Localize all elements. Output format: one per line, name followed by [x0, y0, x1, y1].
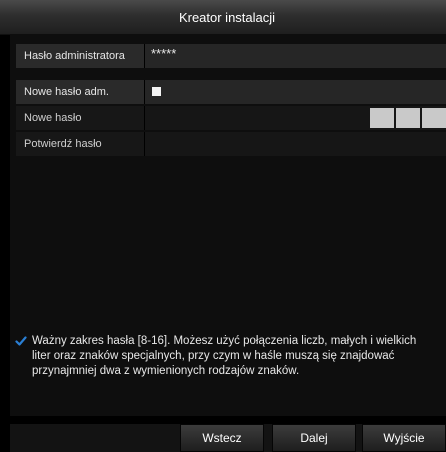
exit-button[interactable]: Wyjście	[362, 424, 446, 452]
admin-password-value: *****	[151, 46, 177, 61]
strength-segment	[396, 108, 420, 128]
title-bar: Kreator instalacji	[0, 0, 446, 35]
admin-password-field[interactable]: *****	[144, 44, 446, 68]
wizard-content: Hasło administratora ***** Nowe hasło ad…	[10, 34, 446, 416]
next-button[interactable]: Dalej	[272, 424, 356, 452]
new-password-field[interactable]	[144, 106, 446, 130]
confirm-password-row: Potwierdź hasło	[16, 132, 446, 156]
admin-password-row: Hasło administratora *****	[16, 44, 446, 68]
confirm-password-field[interactable]	[144, 132, 446, 156]
password-strength-meter	[370, 108, 446, 128]
installation-wizard-window: Kreator instalacji Hasło administratora …	[0, 0, 446, 452]
new-admin-password-cell	[144, 80, 446, 104]
new-admin-password-row: Nowe hasło adm.	[16, 80, 446, 104]
wizard-footer: Wstecz Dalej Wyjście	[10, 424, 446, 452]
new-admin-password-label: Nowe hasło adm.	[16, 80, 144, 104]
password-hint: Ważny zakres hasła [8-16]. Możesz użyć p…	[15, 334, 428, 379]
new-password-row: Nowe hasło	[16, 106, 446, 130]
strength-segment	[422, 108, 446, 128]
window-title: Kreator instalacji	[178, 9, 276, 25]
confirm-password-label: Potwierdź hasło	[16, 132, 144, 156]
password-form: Hasło administratora ***** Nowe hasło ad…	[16, 44, 446, 158]
new-password-label: Nowe hasło	[16, 106, 144, 130]
strength-segment	[370, 108, 394, 128]
password-hint-text: Ważny zakres hasła [8-16]. Możesz użyć p…	[32, 335, 417, 377]
back-button[interactable]: Wstecz	[180, 424, 264, 452]
new-admin-password-checkbox[interactable]	[152, 87, 161, 96]
checkmark-icon	[15, 336, 27, 346]
admin-password-label: Hasło administratora	[16, 44, 144, 68]
